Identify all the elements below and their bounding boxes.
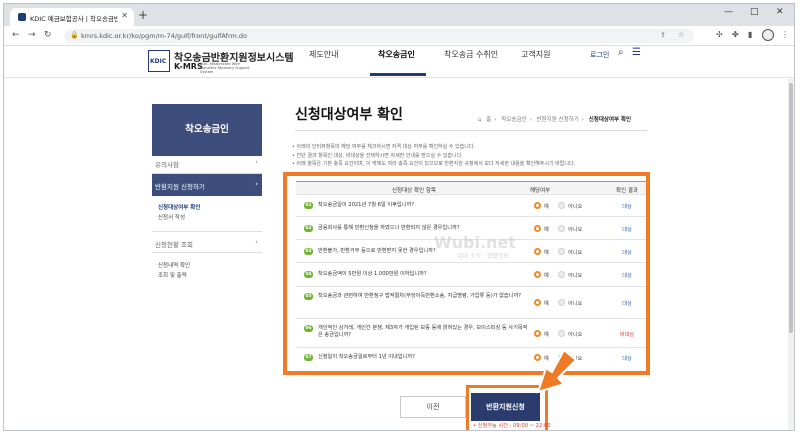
- nav-customer-support[interactable]: 고객지원: [521, 49, 550, 60]
- page-title: 신청대상여부 확인: [295, 107, 403, 123]
- sidebar-item-label: 신청현황 조회: [155, 241, 193, 249]
- scrollbar-thumb[interactable]: [789, 83, 793, 333]
- nav-misdirected-sender[interactable]: 착오송금인: [378, 49, 415, 60]
- browser-window: KDIC 예금보험공사 | 착오송금반 ✕ + — □ ✕ ← → ↻ 🔒 km…: [3, 3, 795, 431]
- lock-icon: 🔒: [70, 31, 79, 39]
- nav-misdirected-recipient[interactable]: 착오송금 수취인: [444, 49, 498, 60]
- sidebar-sub-eligibility-check[interactable]: 신청대상여부 확인: [158, 203, 200, 211]
- apply-hours-text: • 신청가능 시간 : 09:00 ~ 22:00: [473, 423, 551, 429]
- close-window-button[interactable]: ✕: [776, 7, 784, 17]
- chevron-down-icon: ›: [255, 180, 258, 188]
- sidebar-item-precautions[interactable]: 유의사항 ›: [152, 152, 262, 174]
- sidebar-sub-application-form[interactable]: 신청서 작성: [158, 213, 185, 221]
- hamburger-menu-icon[interactable]: ☰: [632, 47, 641, 58]
- chevron-right-icon: ›: [255, 238, 258, 246]
- logo-mark: KDIC: [150, 58, 167, 65]
- tab-title: KDIC 예금보험공사 | 착오송금반: [30, 15, 118, 23]
- sidebar-title: 착오송금인: [152, 104, 262, 156]
- bookmark-star-icon[interactable]: ☆: [678, 31, 684, 39]
- minimize-button[interactable]: —: [724, 7, 733, 17]
- kdic-logo[interactable]: KDIC: [148, 50, 170, 72]
- share-icon[interactable]: ⇪: [660, 31, 666, 39]
- home-icon[interactable]: ⌂: [478, 117, 482, 123]
- profile-avatar[interactable]: [762, 29, 774, 41]
- nav-system-guide[interactable]: 제도안내: [309, 49, 338, 60]
- back-icon[interactable]: ←: [12, 30, 20, 40]
- sidebar-sub-history[interactable]: 신청내역 확인: [158, 261, 190, 269]
- sidebar-item-status[interactable]: 신청현황 조회 ›: [152, 231, 262, 253]
- notice-item: • 진단 결과 항목인 대상, 비대상을 선택하시면 자세한 안내를 받으실 수…: [292, 152, 463, 159]
- title-divider: [295, 130, 647, 131]
- new-tab-button[interactable]: +: [138, 8, 148, 22]
- notice-item: • 아래의 인터뷰항목의 해당 여부를 체크하시면 자격 대상 여부를 확인하실…: [292, 144, 476, 150]
- browser-tab[interactable]: KDIC 예금보험공사 | 착오송금반 ✕: [10, 8, 134, 26]
- search-icon[interactable]: ⌕: [618, 47, 624, 58]
- menu-dots-icon[interactable]: ⋮: [781, 30, 789, 39]
- favicon-icon: [18, 13, 26, 21]
- notice-list: • 아래의 인터뷰항목의 해당 여부를 체크하시면 자격 대상 여부를 확인하실…: [292, 143, 575, 169]
- reload-icon[interactable]: ↻: [44, 30, 52, 40]
- breadcrumb-apply[interactable]: 반환지원 신청하기: [537, 115, 579, 123]
- watermark-subtext: 위비 소식 · 생활정보: [457, 253, 509, 260]
- table-highlight-box: [283, 172, 650, 375]
- forward-icon[interactable]: →: [28, 30, 36, 40]
- breadcrumb: ⌂ 홈 › 착오송금인 › 반환지원 신청하기 › 신청대상여부 확인: [478, 115, 632, 123]
- notice-item: • 아래 항목은 기본 충족 요건이며, 이 밖에도 여러 충족 요건이 있으므…: [292, 161, 576, 167]
- extension-icon[interactable]: ✣: [716, 30, 723, 39]
- active-nav-indicator: [370, 73, 426, 76]
- close-tab-icon[interactable]: ✕: [121, 11, 128, 20]
- sidebar-title-text: 착오송금인: [185, 124, 229, 135]
- watermark-text: Wubi.net: [434, 233, 516, 252]
- sidebar-item-label: 유의사항: [155, 161, 179, 169]
- address-toolbar: ← → ↻ 🔒 kmrs.kdic.or.kr/ko/pgm/m-74/gulf…: [4, 26, 794, 46]
- login-link[interactable]: 로그인: [590, 50, 609, 60]
- breadcrumb-current: 신청대상여부 확인: [588, 117, 632, 123]
- tab-strip: KDIC 예금보험공사 | 착오송금반 ✕ + — □ ✕: [4, 4, 794, 26]
- pointer-arrow-icon: [536, 348, 578, 394]
- address-bar[interactable]: 🔒 kmrs.kdic.or.kr/ko/pgm/m-74/gulf/front…: [64, 29, 694, 43]
- maximize-button[interactable]: □: [750, 7, 759, 17]
- sidepanel-icon[interactable]: ▮: [748, 30, 752, 39]
- logo-abbr: K-MRS: [174, 62, 203, 71]
- prev-button[interactable]: 이전: [400, 396, 466, 418]
- site-header: KDIC 착오송금반환지원정보시스템 K-MRS KDIC Misdirecte…: [4, 46, 794, 78]
- sidebar-item-apply[interactable]: 반환지원 신청하기 ›: [152, 174, 262, 196]
- page-scrollbar[interactable]: [788, 79, 794, 430]
- sidebar-sub-print[interactable]: 조회 및 출력: [158, 271, 187, 279]
- breadcrumb-sender[interactable]: 착오송금인: [501, 115, 526, 123]
- url-text: kmrs.kdic.or.kr/ko/pgm/m-74/gulf/front/g…: [81, 32, 247, 40]
- sidebar-item-label: 반환지원 신청하기: [155, 183, 205, 191]
- puzzle-icon[interactable]: ✤: [732, 30, 739, 39]
- breadcrumb-home[interactable]: 홈: [486, 115, 491, 123]
- chevron-right-icon: ›: [255, 158, 258, 166]
- logo-english: KDIC Misdirected Wire Transfers Recovery…: [200, 62, 250, 74]
